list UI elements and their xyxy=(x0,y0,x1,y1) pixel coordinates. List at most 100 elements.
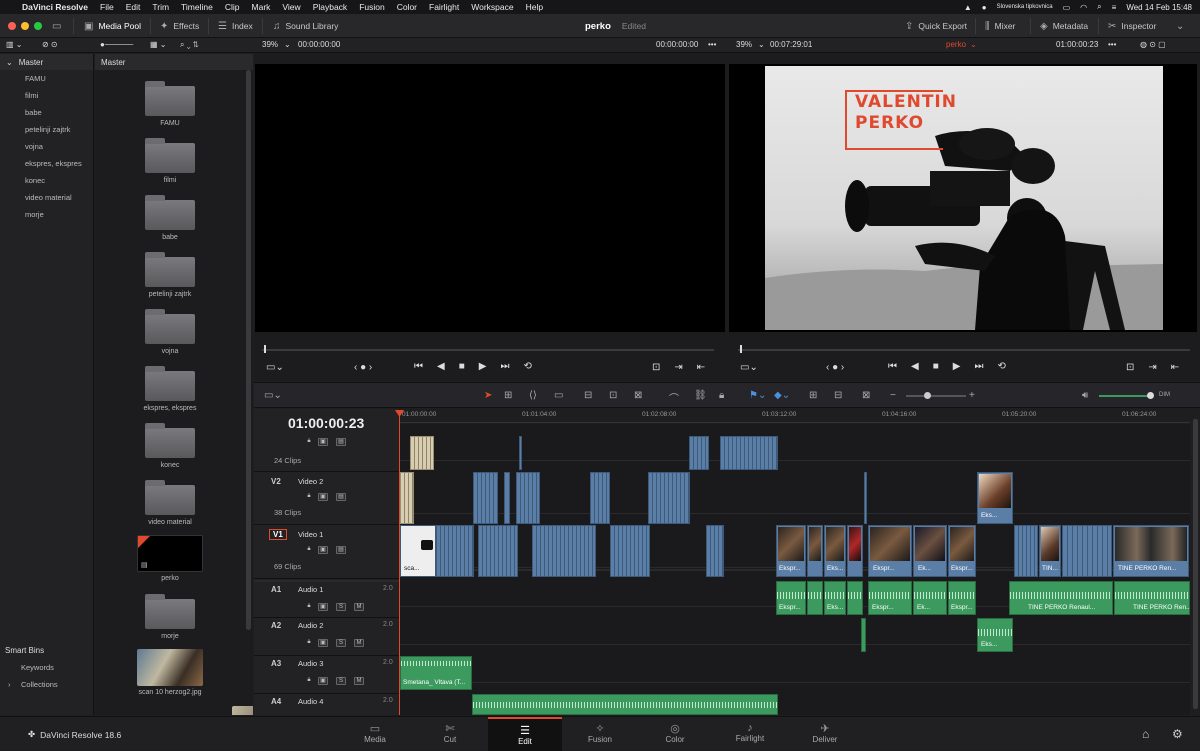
stop-icon[interactable]: ■ xyxy=(459,361,465,372)
video-clip[interactable] xyxy=(648,472,690,524)
video-clip[interactable] xyxy=(610,525,650,577)
video-clip[interactable] xyxy=(864,472,867,524)
search-icon[interactable]: ⌕ xyxy=(1097,2,1101,12)
audio-clip[interactable] xyxy=(807,581,823,615)
video-clip[interactable] xyxy=(519,436,522,470)
timeline-view-icon[interactable]: ▭⌄ xyxy=(264,390,282,401)
video-clip[interactable] xyxy=(478,525,518,577)
menu-trim[interactable]: Trim xyxy=(152,2,169,12)
pool-folder[interactable]: babe xyxy=(95,195,245,256)
play-icon[interactable]: ▶ xyxy=(479,361,487,372)
marker-icon[interactable]: ◆⌄ xyxy=(774,390,790,401)
video-clip[interactable] xyxy=(504,472,510,524)
mark-in-icon[interactable]: ⇥ xyxy=(1148,362,1156,373)
play-reverse-icon[interactable]: ◀ xyxy=(911,361,919,372)
video-clip[interactable] xyxy=(847,525,863,577)
video-clip[interactable] xyxy=(436,525,474,577)
video-clip[interactable] xyxy=(706,525,724,577)
track-volume[interactable]: 2.0 xyxy=(383,697,393,704)
lock-track-icon[interactable]: 🔒︎ xyxy=(304,677,314,685)
timeline-scrubber[interactable] xyxy=(738,349,1190,351)
bin-item[interactable]: video material xyxy=(0,189,93,206)
timeline-ruler[interactable]: 01:00:00:00 01:01:04:00 01:02:08:00 01:0… xyxy=(400,409,1190,423)
smart-bin-keywords[interactable]: Keywords xyxy=(0,659,94,676)
insert-clip-icon[interactable]: ⊟ xyxy=(584,390,592,401)
page-media[interactable]: ▭ Media xyxy=(338,717,412,751)
layout-icon[interactable]: ▭ xyxy=(52,14,61,38)
timeline-name[interactable]: perko xyxy=(946,40,966,49)
auto-select-icon[interactable]: ▣ xyxy=(318,677,328,685)
bin-item[interactable]: FAMU xyxy=(0,70,93,87)
video-toggle-icon[interactable]: ▤ xyxy=(336,493,346,501)
video-clip[interactable] xyxy=(720,436,778,470)
menu-edit[interactable]: Edit xyxy=(126,2,141,12)
audio-clip[interactable]: Ekspr... xyxy=(868,581,912,615)
timeline-playhead-mini[interactable] xyxy=(740,345,742,353)
track-a3[interactable]: A3 Audio 3 2.0 🔒︎ ▣ S M xyxy=(254,656,400,694)
last-frame-icon[interactable]: ⏭ xyxy=(974,361,983,372)
source-zoom[interactable]: 39% xyxy=(262,40,278,49)
metadata-button[interactable]: ◈ Metadata xyxy=(1040,14,1088,38)
playhead[interactable] xyxy=(399,411,400,715)
record-options-icon[interactable]: ••• xyxy=(1108,40,1116,49)
menu-fairlight[interactable]: Fairlight xyxy=(429,2,459,12)
video-clip[interactable]: Ekspr... xyxy=(776,525,806,577)
jog-icon[interactable]: ‹ ● › xyxy=(354,362,372,373)
audio-clip[interactable]: TINE PERKO Renaul... xyxy=(1009,581,1113,615)
bin-item[interactable]: petelinji zajtrk xyxy=(0,121,93,138)
jog-icon[interactable]: ‹ ● › xyxy=(826,362,844,373)
audio-clip[interactable] xyxy=(472,694,778,715)
auto-select-icon[interactable]: ▣ xyxy=(318,603,328,611)
bin-item[interactable]: babe xyxy=(0,104,93,121)
sound-library-button[interactable]: ♫ Sound Library xyxy=(273,14,338,38)
image-thumbnail[interactable] xyxy=(232,706,253,715)
mute-button[interactable]: M xyxy=(354,639,364,647)
inspector-button[interactable]: ✂ Inspector xyxy=(1108,14,1156,38)
home-icon[interactable]: ⌂ xyxy=(1142,727,1149,741)
trim-tool-icon[interactable]: ⊞ xyxy=(504,390,512,401)
track-a4[interactable]: A4 Audio 4 2.0 xyxy=(254,694,400,715)
video-clip[interactable]: Ekspr... xyxy=(868,525,912,577)
track-id[interactable]: V1 xyxy=(269,529,287,540)
bin-item[interactable]: morje xyxy=(0,206,93,223)
track-volume[interactable]: 2.0 xyxy=(383,659,393,666)
source-jog[interactable]: ‹ ● › xyxy=(354,362,372,373)
audio-clip[interactable]: Smetana_ Vltava (T... xyxy=(400,656,472,690)
timeline-view-options[interactable]: ▭⌄ xyxy=(740,362,758,373)
link-icon[interactable]: ⛓ xyxy=(694,390,707,401)
lock-track-icon[interactable]: 🔒︎ xyxy=(304,438,314,446)
page-deliver[interactable]: ✈ Deliver xyxy=(788,717,862,751)
minimize-window-button[interactable] xyxy=(21,22,29,30)
settings-gear-icon[interactable]: ⚙ xyxy=(1172,727,1183,741)
mark-out-icon[interactable]: ⇤ xyxy=(1171,362,1179,373)
pool-folder[interactable]: filmi xyxy=(95,138,245,199)
pool-folder[interactable]: FAMU xyxy=(95,81,245,142)
quick-export-button[interactable]: ⇪ Quick Export xyxy=(905,14,967,38)
video-clip[interactable] xyxy=(1014,525,1038,577)
bin-item[interactable]: konec xyxy=(0,172,93,189)
track-name[interactable]: Audio 1 xyxy=(298,585,323,594)
mark-out-icon[interactable]: ⇤ xyxy=(697,362,705,373)
auto-select-icon[interactable]: ▣ xyxy=(318,493,328,501)
app-menu[interactable]: DaVinci Resolve xyxy=(22,2,88,12)
video-clip[interactable] xyxy=(689,436,709,470)
menu-clip[interactable]: Clip xyxy=(225,2,240,12)
video-clip[interactable] xyxy=(590,472,610,524)
video-toggle-icon[interactable]: ▤ xyxy=(336,546,346,554)
audio-clip[interactable]: Eks... xyxy=(824,581,846,615)
view-options-icon[interactable]: ▭⌄ xyxy=(740,362,758,373)
audio-clip[interactable] xyxy=(861,618,866,652)
keyboard-layout[interactable]: Slovenska tipkovnica xyxy=(997,4,1053,10)
track-name[interactable]: Video 1 xyxy=(298,530,323,539)
timeline-zoom-slider[interactable] xyxy=(906,395,966,397)
first-frame-icon[interactable]: ⏮ xyxy=(414,361,423,372)
lock-track-icon[interactable]: 🔒︎ xyxy=(304,603,314,611)
bin-item[interactable]: filmi xyxy=(0,87,93,104)
source-viewer[interactable] xyxy=(255,64,725,332)
zoom-fit-icon[interactable]: ⊞ xyxy=(809,390,817,401)
search-pool-icon[interactable]: ⌕ ⌄ ⇅ xyxy=(180,40,199,50)
stop-icon[interactable]: ■ xyxy=(933,361,939,372)
pool-scrollbar[interactable] xyxy=(246,70,251,630)
dynamic-trim-icon[interactable]: ⟨⟩ xyxy=(529,390,537,401)
menu-playback[interactable]: Playback xyxy=(313,2,348,12)
